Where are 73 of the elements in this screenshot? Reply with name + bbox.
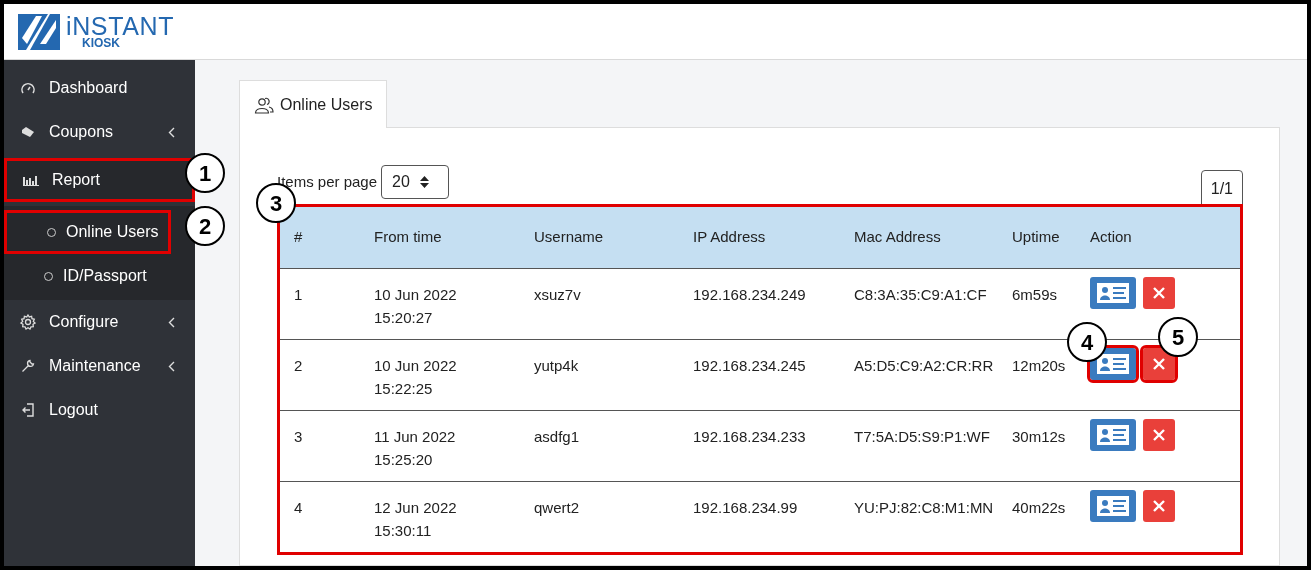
column-header: Uptime [1012, 227, 1061, 248]
sidebar-item[interactable]: Configure [4, 300, 195, 344]
items-per-page-select[interactable]: 20 [381, 165, 450, 199]
table-cell-text: 15:30:11 [374, 521, 433, 541]
close-icon [1153, 429, 1165, 441]
sidebar-item[interactable]: Maintenance [4, 344, 195, 388]
tag-icon [21, 126, 35, 138]
gauge-icon [21, 82, 35, 94]
table-cell-text: 1 [294, 285, 304, 305]
id-card-icon [1097, 283, 1129, 303]
table-cell-text: 12 Jun 2022 [374, 498, 458, 518]
users-icon [254, 95, 274, 114]
table-cell-text: 15:25:20 [374, 450, 434, 470]
sidebar-subitem[interactable]: Online Users [4, 210, 171, 254]
sidebar-subitem[interactable]: ID/Passport [4, 254, 195, 298]
table-cell-text: C8:3A:35:C9:A1:CF [854, 285, 988, 305]
table-cell-text: 30m12s [1012, 427, 1067, 447]
wrench-icon [21, 359, 35, 373]
table-cell-text: 192.168.234.233 [693, 427, 807, 447]
table-cell-text: 11 Jun 2022 [374, 427, 457, 447]
tab[interactable]: Online Users [239, 80, 388, 128]
id-card-icon [1097, 354, 1129, 374]
column-header: Action [1090, 227, 1133, 248]
table-cell-text: 15:22:25 [374, 379, 434, 399]
chevron-left-icon [168, 316, 175, 328]
table-cell-text: YU:PJ:82:C8:M1:MN [854, 498, 995, 518]
close-icon [1153, 358, 1165, 370]
chevron-left-icon [168, 126, 175, 138]
logo-icon [18, 13, 60, 50]
gear-icon [20, 314, 36, 330]
sidebar-item[interactable]: Coupons [4, 110, 195, 154]
delete-button[interactable] [1143, 348, 1175, 380]
table-cell-text: 192.168.234.99 [693, 498, 799, 518]
table-cell-text: 192.168.234.249 [693, 285, 807, 305]
sidebar-item[interactable]: Logout [4, 388, 195, 432]
sidebar-item[interactable]: Dashboard [4, 66, 195, 110]
table-cell-text: A5:D5:C9:A2:CR:RR [854, 356, 995, 376]
callout-number: 2 [185, 206, 225, 246]
table-cell-text: 2 [294, 356, 304, 376]
close-icon [1153, 287, 1165, 299]
table-cell-text: 4 [294, 498, 304, 518]
callout-number: 1 [185, 153, 225, 193]
table-cell-text: 10 Jun 2022 [374, 356, 458, 376]
table-cell-text: 192.168.234.245 [693, 356, 807, 376]
logo-subtitle: KIOSK [82, 37, 121, 49]
details-button[interactable] [1090, 348, 1136, 380]
column-header: Username [534, 227, 605, 248]
table-cell-text: T7:5A:D5:S9:P1:WF [854, 427, 991, 447]
id-card-icon [1097, 496, 1129, 516]
chevron-left-icon [168, 360, 175, 372]
logout-icon [21, 403, 35, 417]
column-header: # [294, 227, 304, 248]
table-cell-text: 6m59s [1012, 285, 1059, 305]
logo-text: iNSTANT [66, 14, 175, 39]
bar-chart-icon [23, 174, 39, 186]
table-cell-text: xsuz7v [534, 285, 582, 305]
sort-arrows-icon [419, 176, 429, 188]
column-header: From time [374, 227, 443, 248]
table-cell-text: 3 [294, 427, 304, 447]
table-cell-text: yutp4k [534, 356, 580, 376]
table-cell-text: 15:20:27 [374, 308, 434, 328]
id-card-icon [1097, 425, 1129, 445]
column-header: Mac Address [854, 227, 942, 248]
callout-number: 5 [1158, 317, 1198, 357]
table-cell-text: 40m22s [1012, 498, 1067, 518]
column-header: IP Address [693, 227, 767, 248]
close-icon [1153, 500, 1165, 512]
callout-number: 4 [1067, 322, 1107, 362]
table-cell-text: 12m20s [1012, 356, 1067, 376]
table-cell-text: 10 Jun 2022 [374, 285, 458, 305]
sidebar-item[interactable]: Report [4, 158, 195, 202]
table-cell-text: asdfg1 [534, 427, 581, 447]
table-cell-text: qwert2 [534, 498, 581, 518]
